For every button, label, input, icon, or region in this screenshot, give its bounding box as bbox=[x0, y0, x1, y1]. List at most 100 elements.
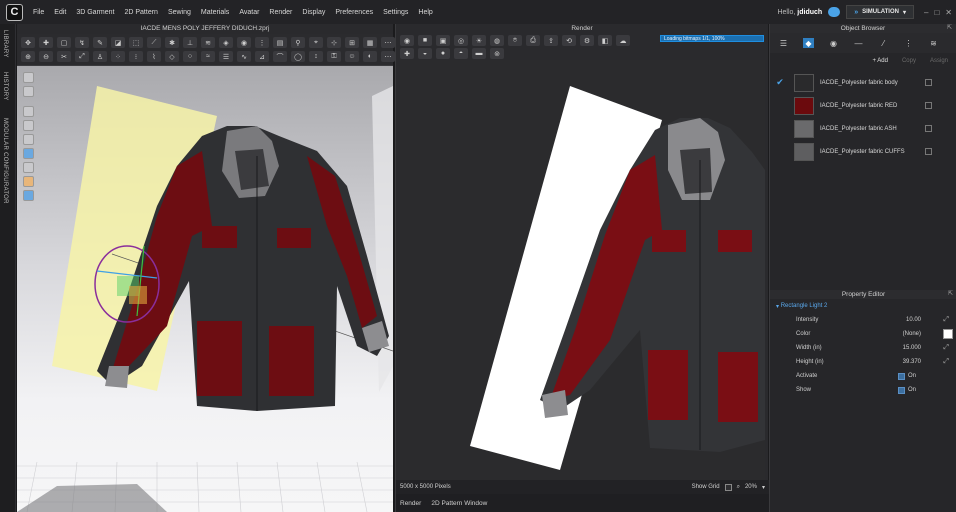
edit-graphic-icon[interactable]: ◇ bbox=[165, 51, 179, 62]
menu-edit[interactable]: Edit bbox=[49, 9, 71, 16]
menu-help[interactable]: Help bbox=[413, 9, 437, 16]
shirring-icon[interactable]: ≈ bbox=[201, 51, 215, 62]
menu-materials[interactable]: Materials bbox=[196, 9, 234, 16]
fold-arrange-icon[interactable]: ⤢ bbox=[75, 51, 89, 62]
menu-avatar[interactable]: Avatar bbox=[234, 9, 264, 16]
render-stop-icon[interactable]: ■ bbox=[418, 35, 432, 46]
light-display-icon[interactable] bbox=[23, 148, 34, 159]
render-compare-icon[interactable]: ◧ bbox=[598, 35, 612, 46]
tab-history[interactable]: HISTORY bbox=[2, 72, 8, 101]
edit-slider-icon[interactable]: ⤢ bbox=[943, 344, 949, 352]
tack-icon[interactable]: ✱ bbox=[165, 37, 179, 48]
fabric-tab-icon[interactable]: ◆ bbox=[803, 38, 814, 48]
button-tool-icon[interactable]: ◉ bbox=[237, 37, 251, 48]
garment-3d-viewport[interactable] bbox=[17, 66, 393, 512]
menu-sewing[interactable]: Sewing bbox=[163, 9, 196, 16]
assign-button[interactable]: Assign bbox=[930, 58, 948, 64]
intensity-value[interactable]: 10.00 bbox=[906, 317, 921, 323]
buttonhole-tab-icon[interactable]: — bbox=[853, 38, 864, 48]
graphic-icon[interactable]: ◈ bbox=[219, 37, 233, 48]
elastic-icon[interactable]: ∿ bbox=[237, 51, 251, 62]
add-button[interactable]: + Add bbox=[872, 58, 888, 64]
minimize-icon[interactable]: – bbox=[924, 8, 928, 17]
topstitch-icon[interactable]: ⁝ bbox=[129, 51, 143, 62]
render-sphere-icon[interactable]: ● bbox=[436, 48, 450, 59]
show-hide-icon[interactable]: ◐ bbox=[363, 51, 377, 62]
puckering-icon[interactable]: ≋ bbox=[201, 37, 215, 48]
extra-tool-icon[interactable]: ⋯ bbox=[381, 37, 395, 48]
popout-icon[interactable]: ⇱ bbox=[948, 290, 953, 299]
stitch-icon[interactable]: ⁘ bbox=[111, 51, 125, 62]
select-button-icon[interactable]: ○ bbox=[183, 51, 197, 62]
pose-icon[interactable]: ♙ bbox=[93, 51, 107, 62]
height-measure-icon[interactable]: ↕ bbox=[309, 51, 323, 62]
ruler-icon[interactable]: ⊿ bbox=[255, 51, 269, 62]
edit-slider-icon[interactable]: ⤢ bbox=[943, 358, 949, 366]
arrange-icon[interactable]: ⬚ bbox=[129, 37, 143, 48]
shrink-icon[interactable]: ⊖ bbox=[39, 51, 53, 62]
list-item[interactable]: ✔ IACDE_Polyester fabric body bbox=[770, 71, 956, 94]
copy-button[interactable]: Copy bbox=[902, 58, 916, 64]
show-grid-checkbox[interactable] bbox=[724, 483, 732, 491]
edit-slider-icon[interactable]: ⤢ bbox=[943, 316, 949, 324]
render-camera-icon[interactable]: ⌾ bbox=[508, 35, 522, 46]
move-gizmo-icon[interactable]: ✚ bbox=[39, 37, 53, 48]
tab-library[interactable]: LIBRARY bbox=[2, 30, 8, 58]
avatar-display-icon[interactable] bbox=[23, 86, 34, 97]
render-save-icon[interactable]: ⎙ bbox=[526, 35, 540, 46]
popout-icon[interactable]: ⇱ bbox=[947, 24, 952, 33]
tape-icon[interactable]: ▤ bbox=[273, 37, 287, 48]
render-env-icon[interactable]: ◍ bbox=[490, 35, 504, 46]
zoom-icon[interactable]: ⌕ bbox=[737, 484, 740, 491]
topstitch-tab-icon[interactable]: ⁄ bbox=[878, 38, 889, 48]
render-region-icon[interactable]: ▣ bbox=[436, 35, 450, 46]
menu-file[interactable]: File bbox=[28, 9, 49, 16]
render-denoise-icon[interactable]: ☁ bbox=[616, 35, 630, 46]
color-swatch[interactable] bbox=[943, 329, 953, 339]
username[interactable]: jdiduch bbox=[797, 9, 822, 16]
tab-render[interactable]: Render bbox=[400, 500, 421, 507]
sewing-line-icon[interactable]: ⟋ bbox=[147, 37, 161, 48]
fabric-options-icon[interactable] bbox=[925, 148, 932, 155]
camera-view-icon[interactable] bbox=[23, 72, 34, 83]
circumference-icon[interactable]: ◯ bbox=[291, 51, 305, 62]
tab-2d-pattern-window[interactable]: 2D Pattern Window bbox=[431, 500, 487, 507]
more-tools-icon[interactable]: ⋯ bbox=[381, 51, 395, 62]
render-turntable-icon[interactable]: ⟲ bbox=[562, 35, 576, 46]
thick-display-icon[interactable] bbox=[23, 134, 34, 145]
zipper-icon[interactable]: ⋮ bbox=[255, 37, 269, 48]
list-view-icon[interactable]: ☰ bbox=[778, 38, 789, 48]
menu-settings[interactable]: Settings bbox=[378, 9, 413, 16]
select-mesh-icon[interactable]: ✥ bbox=[21, 37, 35, 48]
texture-display-icon[interactable] bbox=[23, 106, 34, 117]
menu-2d-pattern[interactable]: 2D Pattern bbox=[119, 9, 162, 16]
tab-modular-configurator[interactable]: MODULAR CONFIGURATOR bbox=[2, 118, 8, 204]
puckering-tab-icon[interactable]: ≋ bbox=[928, 38, 939, 48]
transform-icon[interactable]: ▢ bbox=[57, 37, 71, 48]
layer-icon[interactable]: ☰ bbox=[219, 51, 233, 62]
avatar-measure-icon[interactable]: ⚲ bbox=[291, 37, 305, 48]
zoom-level[interactable]: 20% bbox=[745, 484, 757, 490]
fabric-options-icon[interactable] bbox=[925, 125, 932, 132]
texture-icon[interactable]: ▦ bbox=[363, 37, 377, 48]
fabric-options-icon[interactable] bbox=[925, 79, 932, 86]
activate-checkbox[interactable] bbox=[898, 372, 905, 380]
chevron-down-icon[interactable]: ▾ bbox=[762, 484, 765, 491]
height-value[interactable]: 39.370 bbox=[903, 359, 921, 365]
fitting-icon[interactable]: ⌖ bbox=[309, 37, 323, 48]
render-start-icon[interactable]: ◉ bbox=[400, 35, 414, 46]
mode-selector-button[interactable]: » SIMULATION ▾ bbox=[846, 5, 914, 19]
avatar-icon[interactable]: ☺ bbox=[345, 51, 359, 62]
tape-measure-icon[interactable]: ⌒ bbox=[273, 51, 287, 62]
menu-render[interactable]: Render bbox=[264, 9, 297, 16]
seam-taping-icon[interactable]: ⌇ bbox=[147, 51, 161, 62]
menu-3d-garment[interactable]: 3D Garment bbox=[71, 9, 119, 16]
strengthen-icon[interactable]: ⊕ bbox=[21, 51, 35, 62]
button-tab-icon[interactable]: ◉ bbox=[828, 38, 839, 48]
measure-icon[interactable]: ⊥ bbox=[183, 37, 197, 48]
fabric-options-icon[interactable] bbox=[925, 102, 932, 109]
render-view-icon[interactable]: ◎ bbox=[454, 35, 468, 46]
pin-icon[interactable]: ↯ bbox=[75, 37, 89, 48]
render-export-icon[interactable]: ⇪ bbox=[544, 35, 558, 46]
fold-icon[interactable]: ◪ bbox=[111, 37, 125, 48]
